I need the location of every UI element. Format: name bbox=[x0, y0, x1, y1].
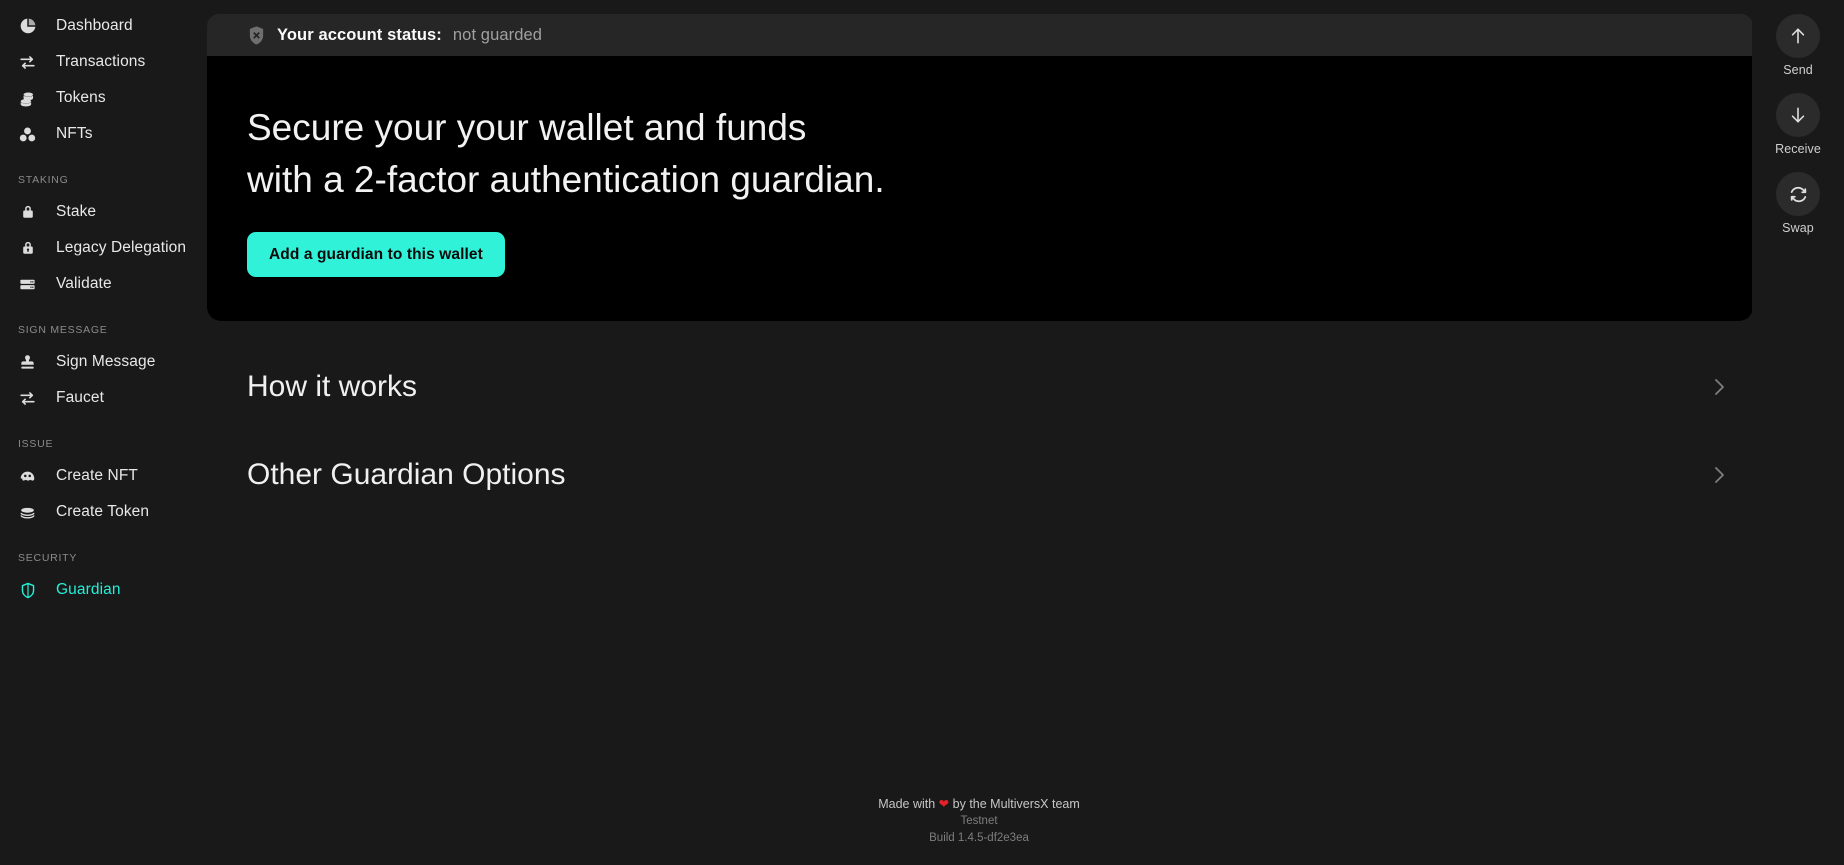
pie-chart-icon bbox=[18, 17, 37, 36]
add-guardian-button[interactable]: Add a guardian to this wallet bbox=[247, 232, 505, 277]
sidebar-item-create-nft[interactable]: Create NFT bbox=[0, 458, 206, 494]
sidebar-item-nfts[interactable]: NFTs bbox=[0, 116, 206, 152]
sidebar-group-staking: STAKING bbox=[18, 174, 69, 186]
hero-heading-line2: with a 2-factor authentication guardian. bbox=[247, 159, 885, 200]
accordion-title: Other Guardian Options bbox=[247, 458, 566, 491]
sidebar-item-label: Dashboard bbox=[56, 17, 133, 34]
sidebar-group-issue: ISSUE bbox=[18, 438, 54, 450]
sidebar-item-label: Tokens bbox=[56, 89, 106, 106]
sidebar-item-sign-message[interactable]: Sign Message bbox=[0, 344, 206, 380]
receive-button[interactable]: Receive bbox=[1775, 93, 1821, 156]
heart-icon: ❤ bbox=[938, 797, 950, 811]
accordion-title: How it works bbox=[247, 370, 418, 403]
sidebar-item-guardian[interactable]: Guardian bbox=[0, 572, 206, 608]
sidebar-item-tokens[interactable]: Tokens bbox=[0, 80, 206, 116]
sidebar: Dashboard Transactions Tokens NFTs STAKI… bbox=[0, 0, 206, 865]
nft-create-icon bbox=[18, 467, 37, 486]
swap-button[interactable]: Swap bbox=[1776, 172, 1820, 235]
sidebar-item-validate[interactable]: Validate bbox=[0, 266, 206, 302]
shield-outline-icon bbox=[18, 581, 37, 600]
chevron-right-icon[interactable] bbox=[1707, 375, 1731, 399]
sidebar-group-security: SECURITY bbox=[18, 552, 78, 564]
swap-refresh-icon bbox=[1776, 172, 1820, 216]
main-content: Your account status: not guarded Secure … bbox=[206, 0, 1753, 865]
lock-icon bbox=[18, 203, 37, 222]
footer-credit: Made with ❤ by the MultiversX team bbox=[206, 795, 1752, 813]
exchange-icon bbox=[18, 53, 37, 72]
rail-label: Send bbox=[1783, 63, 1813, 77]
sidebar-item-label: Sign Message bbox=[56, 353, 156, 370]
guardian-accordion: How it works Other Guardian Options bbox=[207, 343, 1753, 519]
rail-label: Swap bbox=[1782, 221, 1814, 235]
footer-network: Testnet bbox=[960, 815, 998, 827]
sidebar-item-legacy-delegation[interactable]: Legacy Delegation bbox=[0, 230, 206, 266]
exchange-icon bbox=[18, 389, 37, 408]
arrow-up-icon bbox=[1776, 14, 1820, 58]
accordion-row-other-guardian-options[interactable]: Other Guardian Options bbox=[207, 431, 1753, 519]
sidebar-item-label: Legacy Delegation bbox=[56, 239, 187, 256]
sidebar-item-label: Faucet bbox=[56, 389, 104, 406]
footer-made-prefix: Made with bbox=[878, 797, 936, 811]
account-status-bar: Your account status: not guarded bbox=[207, 14, 1753, 56]
sidebar-item-faucet[interactable]: Faucet bbox=[0, 380, 206, 416]
sidebar-item-label: Guardian bbox=[56, 581, 121, 598]
account-status-label: Your account status: bbox=[277, 25, 442, 44]
sidebar-item-label: NFTs bbox=[56, 125, 93, 142]
nft-cluster-icon bbox=[18, 125, 37, 144]
sidebar-item-label: Create Token bbox=[56, 503, 150, 520]
send-button[interactable]: Send bbox=[1776, 14, 1820, 77]
sidebar-item-dashboard[interactable]: Dashboard bbox=[0, 8, 206, 44]
footer: Made with ❤ by the MultiversX team Testn… bbox=[206, 795, 1752, 847]
wallet-app: Dashboard Transactions Tokens NFTs STAKI… bbox=[0, 0, 1844, 865]
sidebar-item-stake[interactable]: Stake bbox=[0, 194, 206, 230]
sidebar-item-label: Stake bbox=[56, 203, 97, 220]
shield-x-icon bbox=[246, 24, 266, 46]
page-title: Secure your your wallet and funds with a… bbox=[247, 102, 1713, 206]
footer-build: Build 1.4.5-df2e3ea bbox=[929, 832, 1029, 844]
coin-stack-icon bbox=[18, 503, 37, 522]
rail-label: Receive bbox=[1775, 142, 1821, 156]
sidebar-item-label: Create NFT bbox=[56, 467, 138, 484]
content-column: Your account status: not guarded Secure … bbox=[207, 14, 1753, 519]
server-rack-icon bbox=[18, 275, 37, 294]
quick-actions-rail: Send Receive Swap bbox=[1752, 0, 1844, 865]
sidebar-item-label: Transactions bbox=[56, 53, 146, 70]
chevron-right-icon[interactable] bbox=[1707, 463, 1731, 487]
sidebar-item-transactions[interactable]: Transactions bbox=[0, 44, 206, 80]
stamp-icon bbox=[18, 353, 37, 372]
accordion-row-how-it-works[interactable]: How it works bbox=[207, 343, 1753, 431]
guardian-hero-panel: Secure your your wallet and funds with a… bbox=[207, 56, 1753, 321]
sidebar-item-label: Validate bbox=[56, 275, 112, 292]
coins-icon bbox=[18, 89, 37, 108]
sidebar-group-sign-message: SIGN MESSAGE bbox=[18, 324, 108, 336]
footer-made-suffix: by the MultiversX team bbox=[952, 797, 1080, 811]
sidebar-item-create-token[interactable]: Create Token bbox=[0, 494, 206, 530]
lock-closed-icon bbox=[18, 239, 37, 258]
hero-heading-line1: Secure your your wallet and funds bbox=[247, 107, 807, 148]
arrow-down-icon bbox=[1776, 93, 1820, 137]
account-status-value: not guarded bbox=[452, 25, 543, 44]
